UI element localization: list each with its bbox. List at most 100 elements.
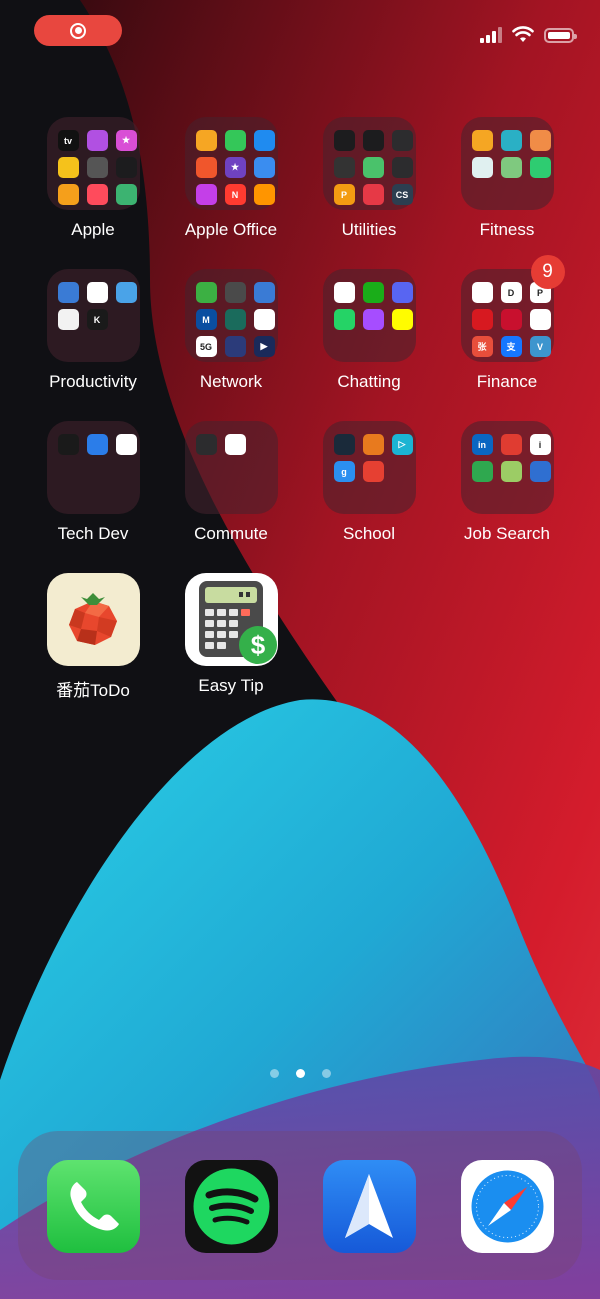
- folder-job-search[interactable]: in i Job Search: [437, 421, 577, 544]
- folder-tech-dev[interactable]: Tech Dev: [23, 421, 163, 544]
- app-label: 番茄ToDo: [56, 681, 130, 700]
- compass-icon: [362, 130, 384, 151]
- qq-icon: [333, 282, 355, 303]
- dice-icon: [86, 282, 108, 303]
- notes-icon: [57, 309, 79, 330]
- weibo-pay-icon: [529, 309, 551, 330]
- page-indicator[interactable]: [0, 1069, 600, 1078]
- page-dot: [269, 1069, 279, 1078]
- folder-icon: [322, 269, 416, 362]
- shortcuts-icon: [86, 184, 108, 205]
- folder-label: Job Search: [464, 524, 550, 543]
- bookmark-icon: [115, 282, 137, 303]
- folder-label: Network: [199, 372, 263, 391]
- nike-run-icon: [500, 130, 522, 151]
- spark-mail-app-icon: [322, 1160, 416, 1253]
- boc-icon: [500, 309, 522, 330]
- dock-safari[interactable]: [437, 1160, 577, 1253]
- app-fanqie-todo[interactable]: 番茄ToDo: [23, 573, 163, 701]
- handshake-icon: [500, 434, 522, 455]
- calculator-icon: [333, 157, 355, 178]
- folder-icon: tv ★: [46, 117, 140, 210]
- 5g-speed-icon: 5G: [195, 336, 217, 357]
- cycling-icon: [529, 157, 551, 178]
- contacts-icon: [224, 336, 246, 357]
- folder-label: Apple: [71, 220, 115, 239]
- clips-icon: [253, 157, 275, 178]
- transit-card-icon: [195, 434, 217, 455]
- folder-label: Finance: [476, 372, 538, 391]
- calculator-dollar-icon: $: [184, 573, 278, 666]
- folder-label: Utilities: [341, 220, 397, 239]
- play-icon: ▶: [253, 336, 275, 357]
- kindle-icon: K: [86, 309, 108, 330]
- apple-tv-icon: tv: [57, 130, 79, 151]
- pinterest-icon: P: [333, 184, 355, 205]
- folder-icon: M 5G ▶: [184, 269, 278, 362]
- dock: [18, 1131, 582, 1280]
- screen-recording-icon: [70, 22, 86, 39]
- lagou-icon: [500, 461, 522, 482]
- phone-app-icon: [46, 1160, 140, 1253]
- folder-commute[interactable]: Commute: [161, 421, 301, 544]
- wechat-icon: [362, 282, 384, 303]
- folder-productivity[interactable]: K Productivity: [23, 269, 163, 392]
- grammarly-icon: g: [333, 461, 355, 482]
- folder-network[interactable]: M 5G ▶ Network: [161, 269, 301, 392]
- itunes-u-icon: [195, 184, 217, 205]
- podcasts-icon: [86, 130, 108, 151]
- app-easy-tip[interactable]: $ Easy Tip: [161, 573, 301, 696]
- folder-utilities[interactable]: P CS Utilities: [299, 117, 439, 240]
- tomato-icon: [46, 573, 140, 666]
- fitbit-icon: [471, 157, 493, 178]
- garageband-icon: [195, 157, 217, 178]
- canvas-icon: [362, 461, 384, 482]
- folder-fitness[interactable]: Fitness: [437, 117, 577, 240]
- folder-label: Productivity: [49, 372, 137, 391]
- folder-icon: DP张支V9: [460, 255, 565, 362]
- folder-icon: P CS: [322, 117, 416, 210]
- folder-label: Commute: [194, 524, 268, 543]
- folder-label: Tech Dev: [57, 524, 129, 543]
- testflight-icon: [86, 434, 108, 455]
- dock-spotify[interactable]: [161, 1160, 301, 1253]
- imovie-icon: ★: [224, 157, 246, 178]
- indeed-icon: i: [529, 434, 551, 455]
- status-icons: [480, 26, 577, 43]
- cellular-signal-icon: [480, 27, 502, 43]
- connect-icon: [253, 309, 275, 330]
- camscanner-icon: CS: [391, 184, 413, 205]
- screen-recording-indicator[interactable]: [34, 15, 122, 46]
- discord-icon: [391, 282, 413, 303]
- speedometer-icon: [224, 282, 246, 303]
- numbers-icon: [224, 130, 246, 151]
- m-app-icon: M: [195, 309, 217, 330]
- folder-school[interactable]: ▷ g School: [299, 421, 439, 544]
- metro-icon: [224, 434, 246, 455]
- umbrella-icon: [224, 309, 246, 330]
- find-my-icon: [86, 157, 108, 178]
- keep-icon: [529, 130, 551, 151]
- folder-chatting[interactable]: Chatting: [299, 269, 439, 392]
- venmo-icon: V: [529, 336, 551, 357]
- dock-spark[interactable]: [299, 1160, 439, 1253]
- folder-apple-office[interactable]: ★ N Apple Office: [161, 117, 301, 240]
- tips-icon: [57, 157, 79, 178]
- notification-badge: 9: [530, 255, 565, 289]
- svg-text:$: $: [250, 630, 265, 660]
- speedtest-green-icon: [195, 282, 217, 303]
- folder-icon: ▷ g: [322, 421, 416, 514]
- github-icon: [57, 434, 79, 455]
- dock-phone[interactable]: [23, 1160, 163, 1253]
- whatsapp-icon: [333, 309, 355, 330]
- folder-finance[interactable]: D P 张支 V 9 Finance: [437, 255, 577, 392]
- battery-icon: [544, 28, 577, 43]
- video-play-icon: ▷: [391, 434, 413, 455]
- page-dot: [321, 1069, 331, 1078]
- folder-label: Chatting: [337, 372, 401, 391]
- folder-apple[interactable]: tv ★ Apple: [23, 117, 163, 240]
- safari-app-icon: [460, 1160, 554, 1253]
- zhangxin-icon: 张: [471, 336, 493, 357]
- page-dot-current: [295, 1069, 305, 1078]
- linkedin-icon: in: [471, 434, 493, 455]
